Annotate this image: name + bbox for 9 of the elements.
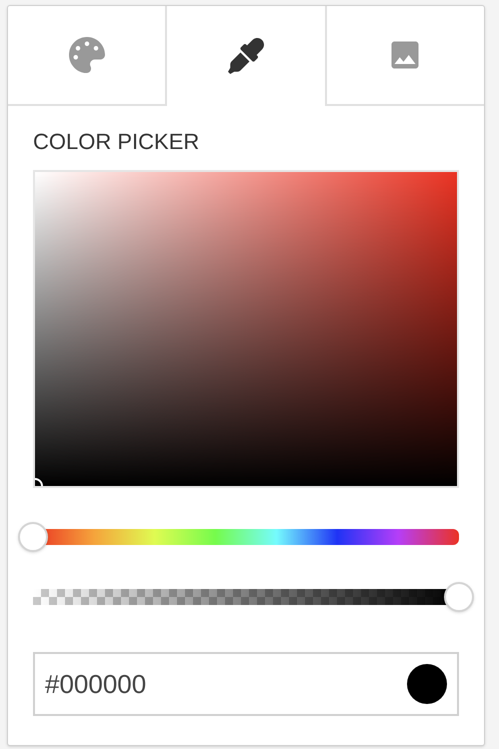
hex-value: #000000 bbox=[45, 668, 146, 700]
saturation-area[interactable] bbox=[33, 170, 459, 488]
section-title: COLOR PICKER bbox=[33, 128, 200, 156]
palette-icon bbox=[68, 37, 105, 73]
hex-field[interactable]: #000000 bbox=[33, 652, 459, 716]
eyedropper-icon bbox=[228, 38, 264, 74]
slider-handle[interactable] bbox=[18, 522, 48, 552]
slider-handle[interactable] bbox=[444, 582, 474, 612]
tab[interactable] bbox=[165, 6, 327, 106]
